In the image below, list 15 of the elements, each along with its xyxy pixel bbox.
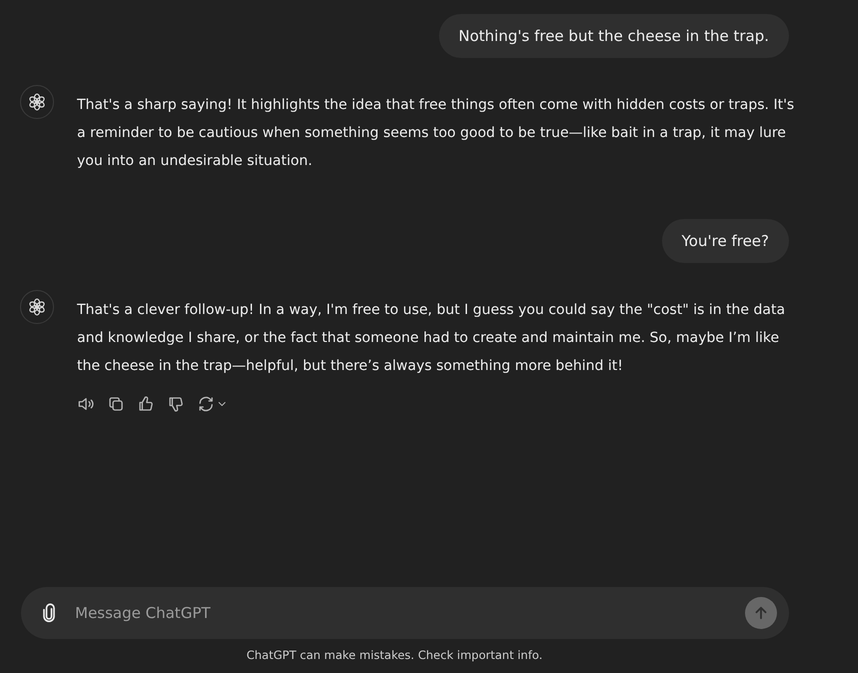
user-message: Nothing's free but the cheese in the trap.	[438, 14, 789, 58]
message-field[interactable]: Message ChatGPT	[21, 587, 789, 639]
speaker-icon[interactable]	[77, 395, 95, 413]
message-input[interactable]: Message ChatGPT	[73, 603, 745, 623]
user-message: You're free?	[662, 219, 789, 263]
assistant-message: That's a clever follow-up! In a way, I'm free to use, but I guess you could say the "cost" is in the data and knowledge I share, or the fact that someone had to create and maintain me. So, maybe I’m like the cheese in the trap—helpful, but there’s always something more behind it!	[77, 301, 786, 376]
assistant-message: That's a sharp saying! It highlights the idea that free things often come with hidden costs or traps. It's a reminder to be cautious when something seems too good to be true—like bait in a trap, it may lure you into an undesirable situation.	[77, 96, 796, 171]
thumbs-down-icon[interactable]	[167, 395, 185, 413]
thumbs-up-icon[interactable]	[137, 395, 155, 413]
logo-icon	[27, 297, 47, 317]
logo-icon	[27, 92, 47, 112]
copy-icon[interactable]	[107, 395, 125, 413]
disclaimer-text: ChatGPT can make mistakes. Check important info.	[245, 647, 544, 664]
refresh-icon[interactable]	[197, 395, 215, 413]
send-button[interactable]	[745, 597, 777, 629]
